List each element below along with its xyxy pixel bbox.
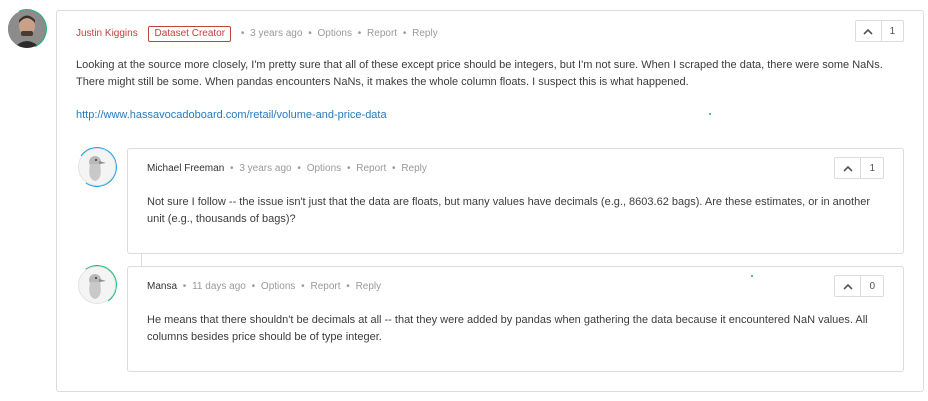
avatar[interactable] (8, 10, 46, 48)
vote-count: 0 (869, 280, 875, 292)
chevron-up-icon (863, 28, 874, 35)
upvote-button[interactable] (835, 158, 862, 178)
author-name[interactable]: Justin Kiggins (76, 28, 138, 39)
comment-meta-2: Michael Freeman • 3 years ago • Options … (147, 163, 427, 174)
options-link[interactable]: Options (318, 28, 352, 39)
vote-widget-3: 0 (834, 275, 884, 297)
vote-count: 1 (889, 25, 896, 37)
avatar[interactable] (78, 148, 116, 186)
comment-meta-3: Mansa • 11 days ago • Options • Report •… (147, 281, 382, 292)
decor-dot (751, 275, 753, 277)
options-link[interactable]: Options (261, 281, 295, 292)
vote-widget-2: 1 (834, 157, 884, 179)
chevron-up-icon (843, 283, 853, 290)
chevron-up-icon (843, 165, 853, 172)
avatar[interactable] (78, 266, 116, 304)
timestamp: 11 days ago (192, 281, 246, 292)
reply-link[interactable]: Reply (401, 163, 427, 174)
upvote-button[interactable] (835, 276, 862, 296)
comment-body-1: Looking at the source more closely, I'm … (76, 59, 883, 88)
source-link[interactable]: http://www.hassavocadoboard.com/retail/v… (76, 107, 387, 124)
timestamp: 3 years ago (250, 28, 303, 39)
report-link[interactable]: Report (367, 28, 397, 39)
comment-body-3: He means that there shouldn't be decimal… (147, 314, 868, 343)
decor-dot (709, 113, 711, 115)
thread-line (141, 254, 142, 266)
reply-link[interactable]: Reply (356, 281, 382, 292)
options-link[interactable]: Options (307, 163, 341, 174)
dataset-creator-badge: Dataset Creator (148, 26, 232, 42)
author-name[interactable]: Michael Freeman (147, 163, 224, 174)
vote-count: 1 (869, 162, 875, 174)
reply-link[interactable]: Reply (412, 28, 438, 39)
comment-meta-1: Justin Kiggins Dataset Creator • 3 years… (76, 26, 438, 42)
author-name[interactable]: Mansa (147, 281, 177, 292)
timestamp: 3 years ago (239, 163, 292, 174)
report-link[interactable]: Report (310, 281, 340, 292)
comment-body-2: Not sure I follow -- the issue isn't jus… (147, 196, 870, 225)
report-link[interactable]: Report (356, 163, 386, 174)
vote-widget-1: 1 (855, 20, 904, 42)
upvote-button[interactable] (856, 21, 882, 41)
